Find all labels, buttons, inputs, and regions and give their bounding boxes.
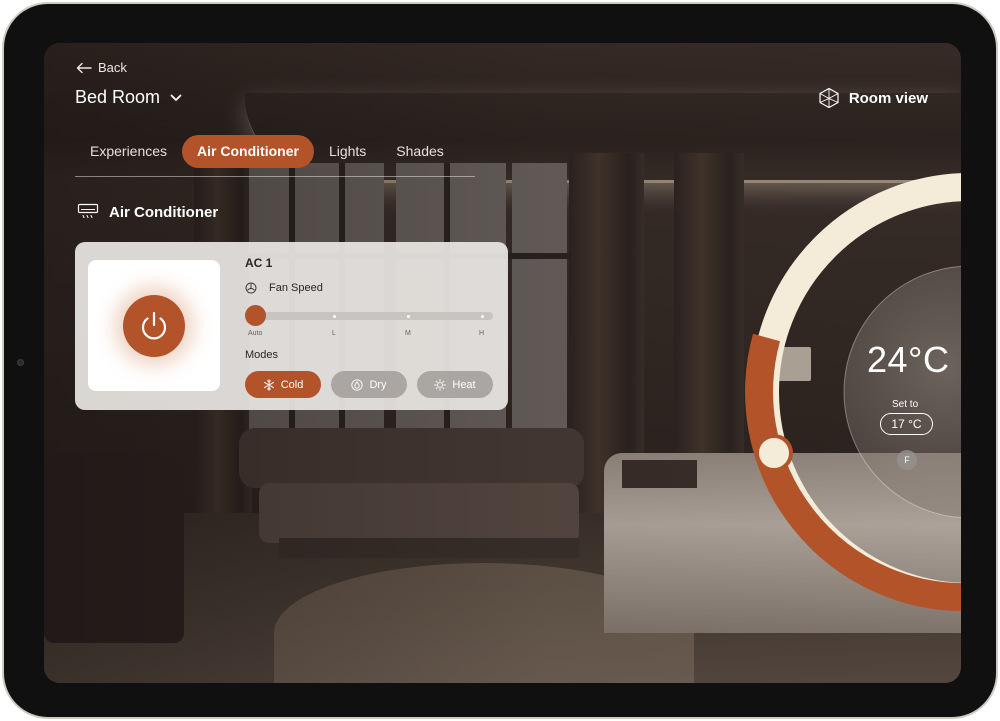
app-screen: Back Bed Room Room view Experiences Air …	[44, 43, 961, 683]
tab-label: Air Conditioner	[197, 143, 299, 159]
fan-speed-slider[interactable]	[255, 312, 493, 320]
mode-heat-button[interactable]: Heat	[417, 371, 493, 398]
temperature-dial[interactable]	[721, 166, 961, 622]
air-conditioner-icon	[77, 203, 99, 219]
set-temperature-pill[interactable]: 17 °C	[880, 413, 933, 435]
dial-inner-disc	[843, 265, 961, 519]
snowflake-icon	[263, 378, 274, 391]
tab-air-conditioner[interactable]: Air Conditioner	[182, 135, 314, 168]
mode-cold-button[interactable]: Cold	[245, 371, 321, 398]
fan-speed-header: Fan Speed	[245, 282, 323, 294]
droplet-icon	[351, 378, 364, 391]
tab-label: Lights	[328, 143, 367, 159]
section-header: Air Conditioner	[77, 203, 218, 221]
room-name: Bed Room	[75, 87, 161, 107]
sun-icon	[434, 378, 447, 391]
mode-label: Cold	[280, 378, 304, 391]
room-view-label: Room view	[848, 89, 928, 107]
slider-step-dot	[407, 314, 410, 318]
category-tabs: Experiences Air Conditioner Lights Shade…	[75, 135, 475, 177]
tab-lights[interactable]: Lights	[314, 135, 381, 168]
arrow-left-icon	[76, 62, 92, 73]
fan-speed-tick-high: H	[479, 330, 485, 337]
room-view-button[interactable]: Room view	[818, 87, 928, 109]
fan-speed-slider-thumb[interactable]	[245, 305, 266, 326]
power-tile	[88, 260, 220, 391]
ac-control-card: AC 1 Fan Speed Auto L M H Modes Cold Dry…	[75, 242, 508, 410]
mode-label: Heat	[452, 378, 476, 391]
tablet-frame: Back Bed Room Room view Experiences Air …	[2, 2, 998, 719]
fan-speed-tick-auto: Auto	[248, 330, 263, 337]
chevron-down-icon	[170, 94, 182, 101]
set-to-label: Set to	[892, 399, 919, 410]
fahrenheit-toggle-button[interactable]: F	[897, 450, 917, 470]
mode-dry-button[interactable]: Dry	[331, 371, 407, 398]
power-icon	[141, 311, 167, 339]
section-title: Air Conditioner	[109, 203, 219, 221]
fan-icon	[245, 282, 257, 294]
tab-experiences[interactable]: Experiences	[75, 135, 182, 168]
back-label: Back	[98, 60, 127, 75]
fan-speed-tick-low: L	[332, 330, 336, 337]
current-temperature: 24°C	[867, 339, 950, 380]
slider-step-dot	[481, 314, 484, 318]
dial-handle[interactable]	[755, 434, 793, 472]
room-selector[interactable]: Bed Room	[75, 87, 182, 108]
modes-label: Modes	[245, 349, 279, 361]
camera-dot	[17, 359, 24, 366]
mode-label: Dry	[369, 378, 387, 391]
cube-3d-icon	[819, 87, 839, 109]
tab-label: Experiences	[90, 143, 168, 159]
fan-speed-label: Fan Speed	[269, 282, 323, 294]
tab-shades[interactable]: Shades	[381, 135, 458, 168]
fan-speed-tick-medium: M	[405, 330, 411, 337]
back-button[interactable]: Back	[76, 60, 127, 75]
tab-label: Shades	[396, 143, 444, 159]
slider-step-dot	[333, 314, 336, 318]
power-button[interactable]	[123, 294, 185, 357]
ac-name: AC 1	[245, 256, 273, 270]
